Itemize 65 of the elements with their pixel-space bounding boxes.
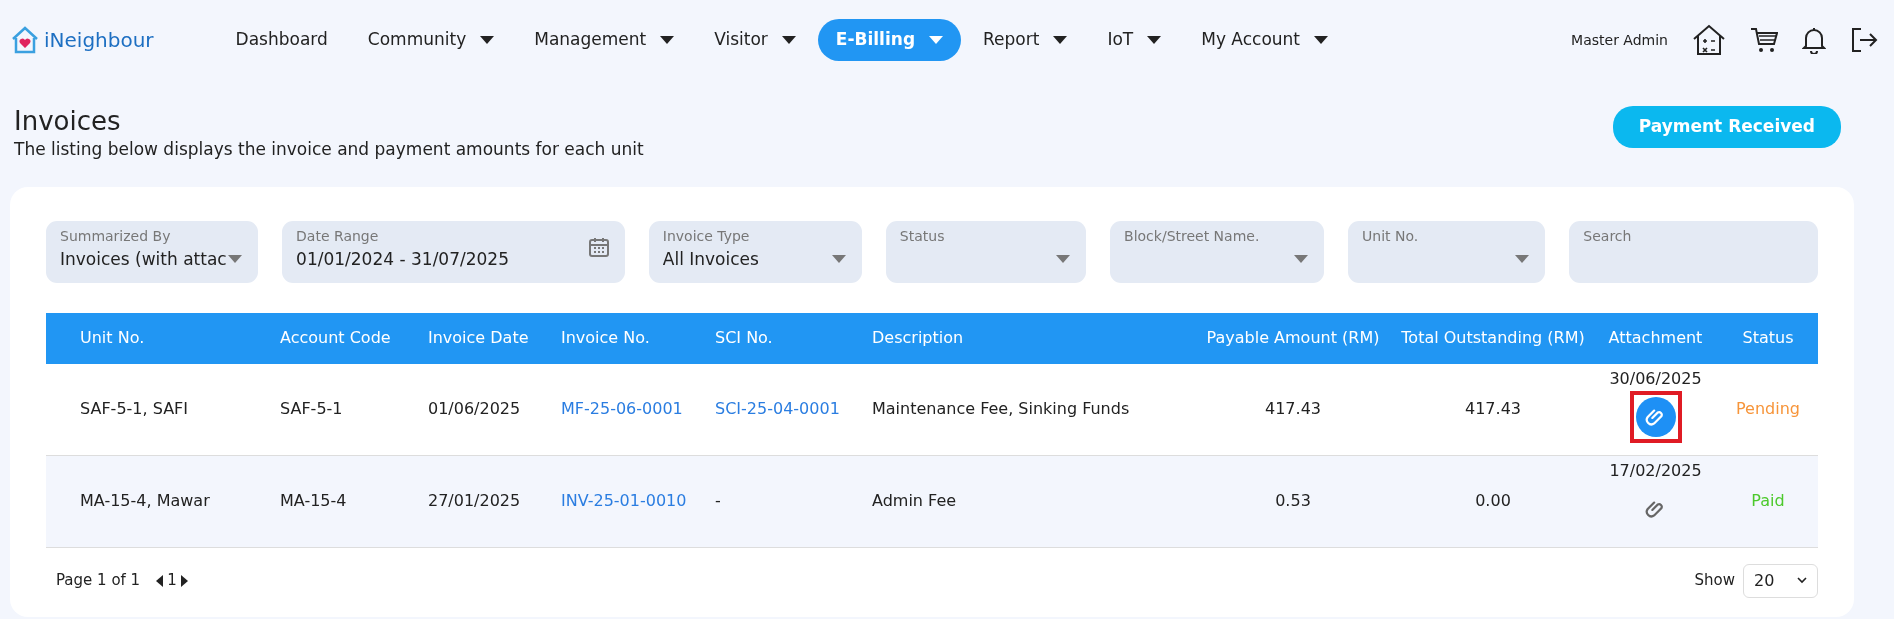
table-cell-text: 417.43 [1264,398,1322,421]
table-cell-text: MA-15-4 [279,490,348,513]
page-size-select[interactable]: 20 [1743,563,1818,598]
table-cell: - [715,491,721,511]
house-heart-logo-icon [10,26,40,54]
caret-icon [1147,36,1162,44]
invoice-link[interactable]: MF-25-06-0001 [561,399,683,419]
next-page-icon[interactable] [180,574,188,587]
filter-field[interactable]: Date Range 01/01/2024 - 31/07/2025 [282,220,625,283]
user-name: Master Admin [1571,30,1668,50]
nav-item[interactable]: Report [965,19,1086,61]
table-cell-text: 417.43 [1464,398,1522,421]
house-calculator-icon[interactable] [1692,24,1726,56]
page-title: Invoices [14,106,122,138]
search-field[interactable]: Search [1569,220,1818,283]
calendar-icon [588,236,609,257]
dropdown-caret-icon [228,255,243,264]
table-cell-text: SAF-5-1, SAFI [79,398,189,421]
dropdown-caret-icon [1515,255,1530,264]
caret-icon [1797,577,1807,585]
nav-item[interactable]: My Account [1183,19,1346,61]
nav-item[interactable]: Community [349,19,513,61]
caret-icon [660,36,675,44]
caret-icon [929,36,944,44]
table-cell-text: SAF-5-1 [279,398,344,421]
nav-item[interactable]: IoT [1089,19,1180,61]
page-info: Page 1 of 1 [56,570,141,592]
attachment-button[interactable] [1635,397,1676,438]
filter-field[interactable]: Status [885,220,1087,283]
dropdown-caret-icon [1056,255,1071,264]
caret-icon [1314,36,1328,44]
caret-icon [781,36,796,44]
filter-field[interactable]: Summarized By Invoices (with attac [46,220,259,283]
table-cell-text: 27/01/2025 [427,490,522,513]
cart-icon[interactable] [1750,26,1778,54]
table-cell-text: 0.00 [1474,490,1512,513]
table-cell-text: MA-15-4, Mawar [79,490,211,513]
filter-field[interactable]: Invoice Type All Invoices [648,220,862,283]
table-cell-text: Admin Fee [871,490,958,513]
show-label: Show [1694,570,1735,592]
status-text: Pending [1735,398,1801,421]
logout-icon[interactable] [1850,26,1878,54]
attachment-date: 30/06/2025 [1609,368,1702,391]
table-cell-text: 01/06/2025 [427,398,522,421]
nav-item[interactable]: Management [516,19,693,61]
table-cell-text: 0.53 [1274,490,1312,513]
attachment-date: 17/02/2025 [1609,460,1702,483]
status-text: Paid [1750,490,1786,513]
brand-name: iNeighbour [44,27,154,54]
invoice-link[interactable]: INV-25-01-0010 [561,491,687,511]
caret-icon [1053,36,1068,44]
table-cell-text: Maintenance Fee, Sinking Funds [871,398,1131,421]
page-link[interactable]: 1 [167,569,177,592]
nav-item[interactable]: Visitor [696,19,814,61]
caret-icon [480,36,495,44]
nav-item[interactable]: Dashboard [217,19,346,61]
dropdown-caret-icon [1294,255,1309,264]
dropdown-caret-icon [831,255,846,264]
table-header: Unit No. Account Code Invoice Date Invoice No. SCI No. Description Payable Amount (RM) Total Outstanding (RM) Attachment Status [46,312,1818,364]
page-subtitle: The listing below displays the invoice and payment amounts for each unit [14,138,644,162]
sci-link[interactable]: SCI-25-04-0001 [715,399,840,419]
filter-field[interactable]: Unit No. [1348,220,1546,283]
bell-icon[interactable] [1802,26,1826,54]
filter-field[interactable]: Block/Street Name. [1110,220,1325,283]
previous-page-icon[interactable] [156,574,164,587]
